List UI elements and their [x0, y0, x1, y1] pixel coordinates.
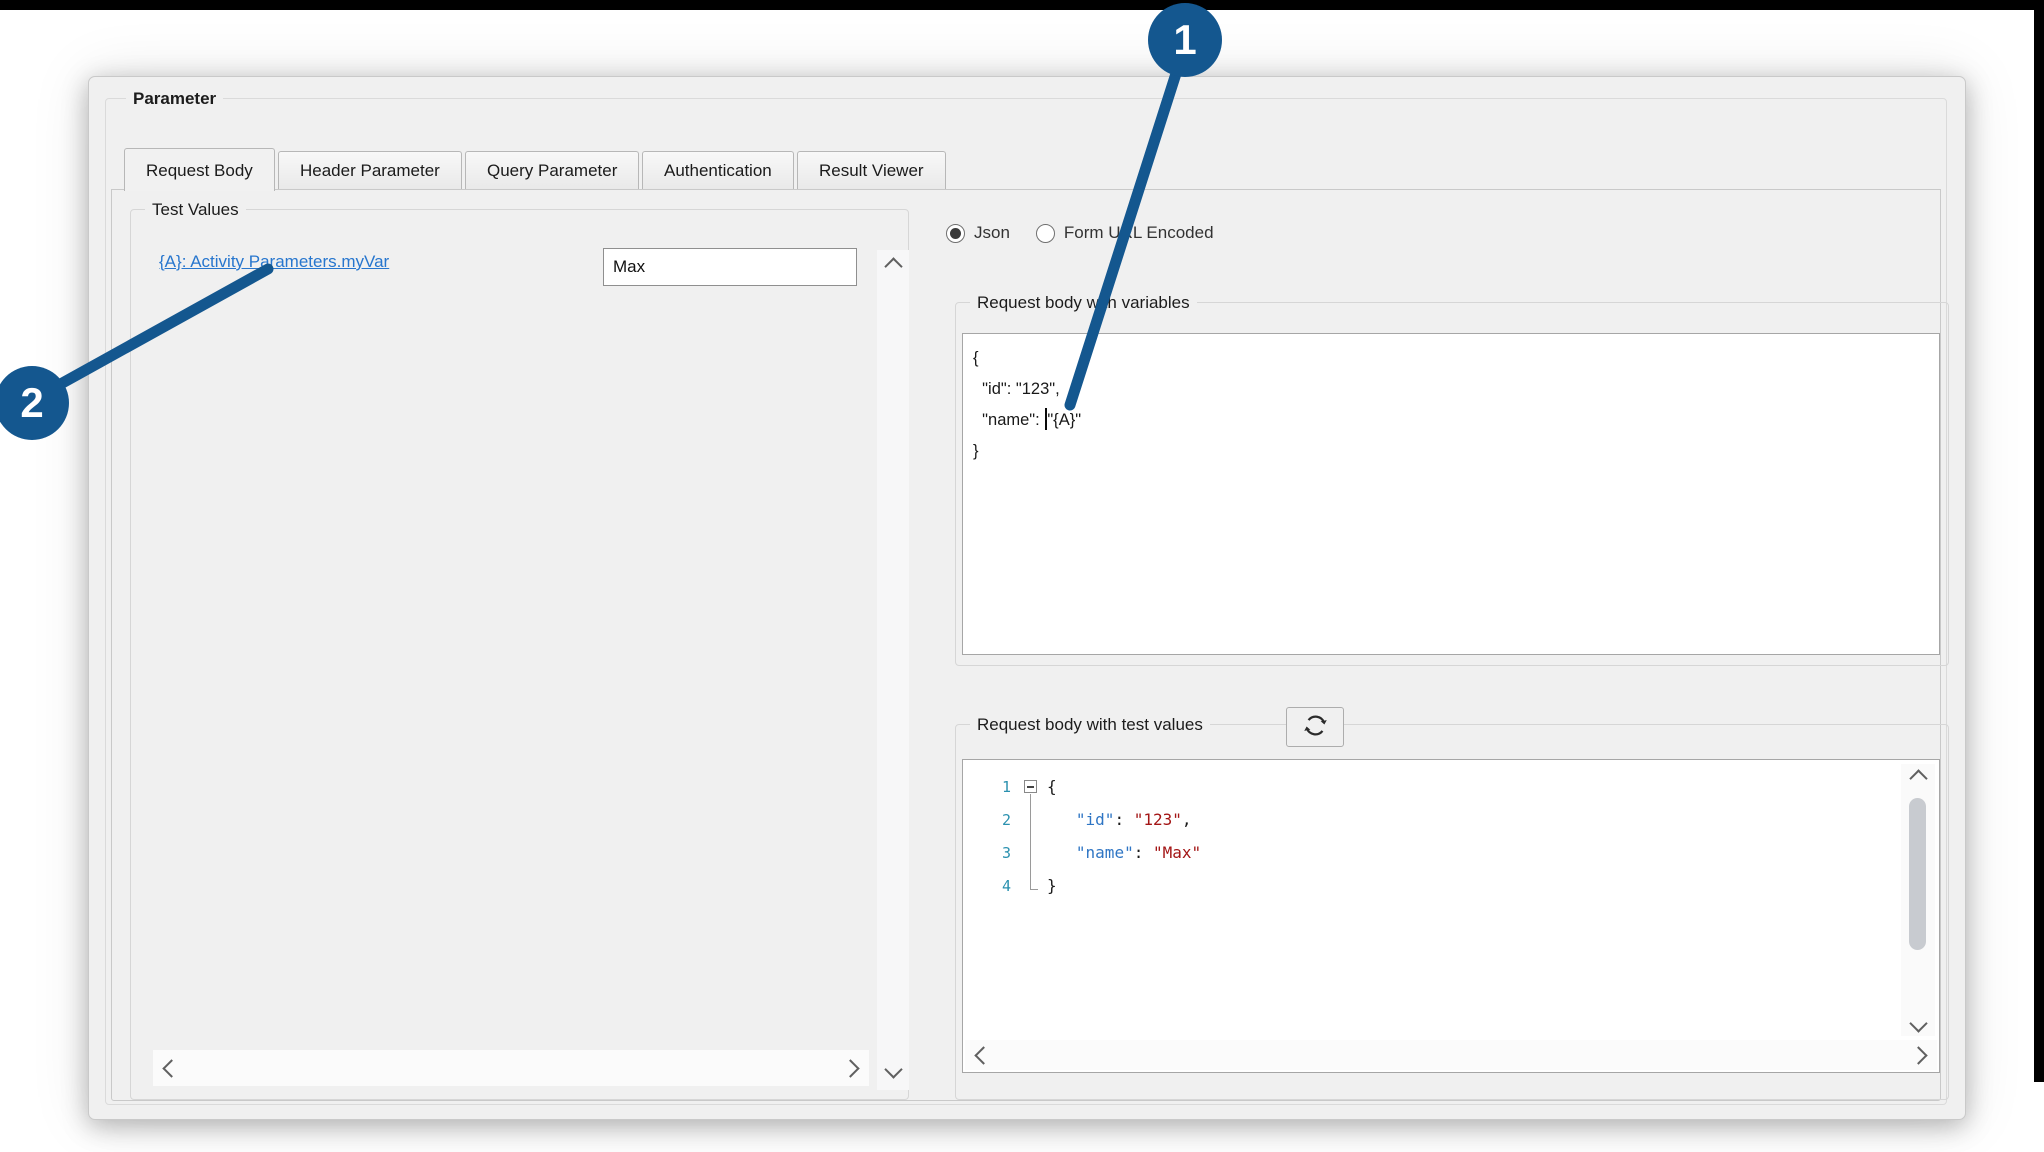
radio-label: Form URL Encoded: [1064, 223, 1214, 243]
radio-form-url-encoded[interactable]: Form URL Encoded: [1036, 223, 1214, 243]
fold-guide: [1021, 869, 1047, 902]
tab-header-parameter[interactable]: Header Parameter: [278, 151, 462, 189]
code-line-2: 2 "id": "123",: [963, 803, 1899, 836]
scroll-right-icon[interactable]: [841, 1059, 859, 1077]
code-text: }: [1047, 876, 1057, 895]
scroll-down-icon[interactable]: [884, 1060, 902, 1078]
code-text: "name": "Max": [1047, 843, 1201, 862]
body-format-radios: Json Form URL Encoded: [946, 223, 1214, 243]
scroll-left-icon[interactable]: [974, 1046, 992, 1064]
callout-1-label: 1: [1173, 16, 1196, 64]
line-number: 4: [963, 877, 1021, 895]
parameter-dialog: Parameter Request BodyHeader ParameterQu…: [88, 76, 1966, 1120]
request-body-variables-groupbox: Request body with variables { "id": "123…: [955, 302, 1949, 666]
request-body-variables-text: { "id": "123", "name": "{A}" }: [973, 343, 1939, 467]
parameter-groupbox: Parameter Request BodyHeader ParameterQu…: [105, 98, 1947, 1105]
code-horizontal-scrollbar[interactable]: [965, 1040, 1937, 1070]
callout-1-badge: 1: [1148, 3, 1222, 77]
request-body-test-editor[interactable]: 1{2 "id": "123",3 "name": "Max"4}: [962, 759, 1940, 1073]
request-body-test-title: Request body with test values: [970, 714, 1210, 735]
scroll-right-icon[interactable]: [1909, 1046, 1927, 1064]
line-number: 2: [963, 811, 1021, 829]
code-line-1: 1{: [963, 770, 1899, 803]
request-body-test-groupbox: Request body with test values 1{2 "id": …: [955, 724, 1949, 1100]
scroll-down-icon[interactable]: [1909, 1014, 1927, 1032]
fold-guide: [1021, 803, 1047, 836]
code-line-3: 3 "name": "Max": [963, 836, 1899, 869]
callout-2-label: 2: [20, 379, 43, 427]
frame-top-border: [0, 0, 2044, 10]
line-number: 3: [963, 844, 1021, 862]
fold-collapse-icon[interactable]: [1021, 770, 1047, 803]
radio-button-icon[interactable]: [946, 224, 965, 243]
test-values-title: Test Values: [145, 199, 246, 220]
code-line-4: 4}: [963, 869, 1899, 902]
scroll-up-icon[interactable]: [1909, 769, 1927, 787]
test-value-input[interactable]: [603, 248, 857, 286]
frame-right-border: [2034, 0, 2044, 1082]
radio-json[interactable]: Json: [946, 223, 1010, 243]
line-number: 1: [963, 778, 1021, 796]
code-text: "id": "123",: [1047, 810, 1192, 829]
request-body-variables-editor[interactable]: { "id": "123", "name": "{A}" }: [962, 333, 1940, 655]
tab-query-parameter[interactable]: Query Parameter: [465, 151, 639, 189]
code-lines: 1{2 "id": "123",3 "name": "Max"4}: [963, 770, 1899, 902]
variable-link[interactable]: {A}: Activity Parameters.myVar: [159, 252, 389, 272]
radio-button-icon[interactable]: [1036, 224, 1055, 243]
vertical-scroll-thumb[interactable]: [1909, 798, 1926, 950]
callout-2-badge: 2: [0, 366, 69, 440]
tab-authentication[interactable]: Authentication: [642, 151, 794, 189]
radio-label: Json: [974, 223, 1010, 243]
fold-guide: [1021, 836, 1047, 869]
refresh-button[interactable]: [1286, 707, 1344, 747]
tab-result-viewer[interactable]: Result Viewer: [797, 151, 946, 189]
parameter-group-title: Parameter: [126, 88, 223, 109]
refresh-icon: [1302, 712, 1329, 742]
scroll-left-icon[interactable]: [162, 1059, 180, 1077]
code-vertical-scrollbar[interactable]: [1901, 764, 1935, 1036]
test-values-horizontal-scrollbar[interactable]: [153, 1050, 869, 1086]
screenshot-root: Parameter Request BodyHeader ParameterQu…: [0, 0, 2044, 1152]
tab-request-body[interactable]: Request Body: [124, 148, 275, 191]
test-values-vertical-scrollbar[interactable]: [877, 250, 909, 1090]
code-text: {: [1047, 777, 1057, 796]
scroll-up-icon[interactable]: [884, 257, 902, 275]
request-body-variables-title: Request body with variables: [970, 292, 1197, 313]
test-values-groupbox: Test Values {A}: Activity Parameters.myV…: [130, 209, 909, 1100]
